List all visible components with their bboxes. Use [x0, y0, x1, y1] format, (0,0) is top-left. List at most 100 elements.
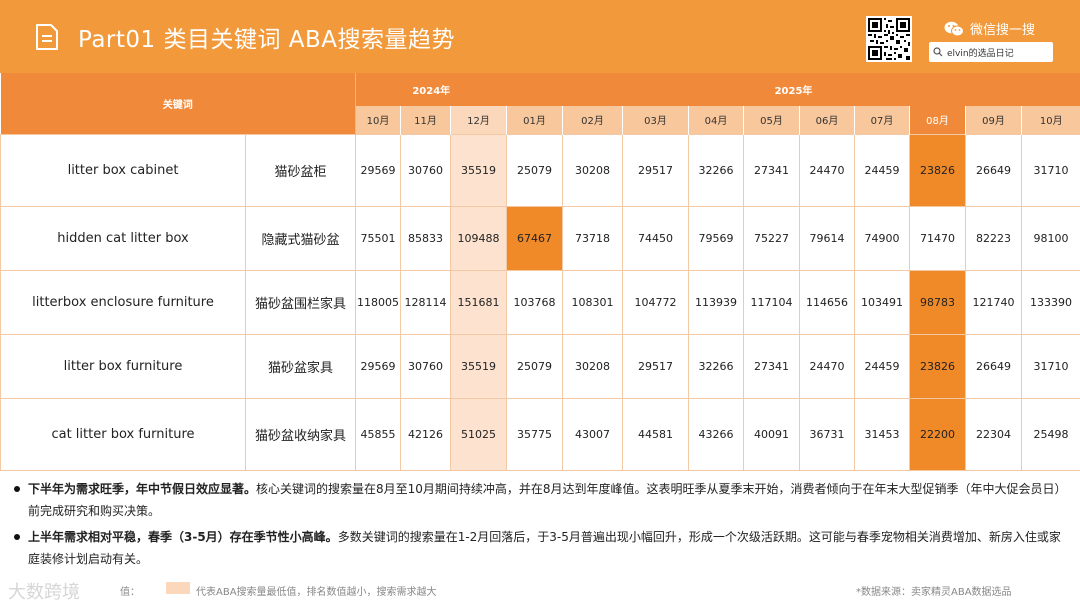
month-header: 08月 [909, 106, 966, 134]
search-volume-cell: 128114 [400, 269, 451, 335]
month-header: 12月 [450, 106, 507, 134]
search-volume-cell: 27341 [743, 133, 800, 207]
search-icon [933, 47, 943, 57]
search-volume-cell: 79569 [688, 205, 744, 271]
keyword-chinese: 隐藏式猫砂盆 [245, 205, 356, 271]
document-icon [36, 24, 58, 50]
month-header: 10月 [355, 106, 401, 134]
aba-trend-table-wrap: 关键词 2024年 2025年 10月 11月 12月 01月 02月 03月 04月 05月… [0, 73, 1080, 471]
search-volume-cell: 74450 [622, 205, 689, 271]
search-volume-cell: 108301 [562, 269, 623, 335]
keyword-chinese: 猫砂盆收纳家具 [245, 397, 356, 471]
legend-low-text: 值： [120, 587, 140, 598]
search-volume-cell: 43266 [688, 397, 744, 471]
search-volume-cell: 98100 [1020, 205, 1080, 271]
year-header-2025: 2025年 [506, 73, 1080, 106]
table-row: litter box furniture 猫砂盆家具 29569 30760 35519… [0, 333, 1080, 399]
search-volume-cell: 43007 [562, 397, 623, 471]
search-volume-cell: 30208 [562, 133, 623, 207]
search-volume-cell: 71470 [909, 205, 966, 271]
search-volume-cell: 31710 [1020, 133, 1080, 207]
table-row: litter box cabinet 猫砂盆柜 29569 30760 35519 250… [0, 133, 1080, 207]
search-volume-cell: 42126 [400, 397, 451, 471]
page-title: Part01 类目关键词 ABA搜索量趋势 [78, 27, 456, 53]
search-volume-cell: 44581 [622, 397, 689, 471]
search-volume-cell: 22304 [965, 397, 1022, 471]
search-volume-cell: 67467 [506, 205, 563, 271]
search-volume-cell: 40091 [743, 397, 800, 471]
bullet-icon [14, 486, 20, 492]
month-header: 10月 [1020, 106, 1080, 134]
search-volume-cell: 79614 [799, 205, 855, 271]
keyword-english: hidden cat litter box [0, 205, 246, 271]
bullet-icon [14, 534, 20, 540]
search-volume-cell: 27341 [743, 333, 800, 399]
search-volume-cell: 45855 [355, 397, 401, 471]
search-volume-cell: 29517 [622, 333, 689, 399]
table-row: cat litter box furniture 猫砂盆收纳家具 45855 4212… [0, 397, 1080, 471]
wechat-search-box[interactable]: elvin的选品日记 [929, 42, 1053, 62]
search-volume-cell: 22200 [909, 397, 966, 471]
search-volume-cell: 75501 [355, 205, 401, 271]
search-volume-cell: 113939 [688, 269, 744, 335]
search-volume-cell: 103768 [506, 269, 563, 335]
keyword-english: litterbox enclosure furniture [0, 269, 246, 335]
keyword-english: litter box furniture [0, 333, 246, 399]
search-volume-cell: 32266 [688, 133, 744, 207]
search-volume-cell: 82223 [965, 205, 1022, 271]
search-volume-cell: 25498 [1020, 397, 1080, 471]
search-volume-cell: 51025 [450, 397, 507, 471]
month-header: 07月 [854, 106, 910, 134]
search-volume-cell: 104772 [622, 269, 689, 335]
search-volume-cell: 118005 [355, 269, 401, 335]
search-volume-cell: 117104 [743, 269, 800, 335]
wechat-search-label-row: 微信搜一搜 [944, 19, 1035, 38]
watermark: 大数跨境 [8, 582, 80, 603]
month-header: 05月 [743, 106, 800, 134]
search-volume-cell: 35775 [506, 397, 563, 471]
search-volume-cell: 151681 [450, 269, 507, 335]
search-volume-cell: 24459 [854, 333, 910, 399]
wechat-icon [944, 21, 964, 36]
table-row: hidden cat litter box 隐藏式猫砂盆 75501 85833 109… [0, 205, 1080, 271]
legend-high-text: 代表ABA搜索量最低值，排名数值越小，搜索需求越大 [196, 587, 437, 598]
search-volume-cell: 29569 [355, 333, 401, 399]
search-text: elvin的选品日记 [947, 48, 1014, 59]
note-item: 下半年为需求旺季，年中节假日效应显著。核心关键词的搜索量在8月至10月期间持续冲… [14, 478, 1070, 522]
header-bar: Part01 类目关键词 ABA搜索量趋势 微信搜一搜 elvin的选品日记 [0, 0, 1080, 73]
month-header: 01月 [506, 106, 563, 134]
search-volume-cell: 35519 [450, 133, 507, 207]
month-header: 04月 [688, 106, 744, 134]
search-volume-cell: 25079 [506, 133, 563, 207]
search-volume-cell: 24470 [799, 333, 855, 399]
search-volume-cell: 31710 [1020, 333, 1080, 399]
month-header: 09月 [965, 106, 1022, 134]
analysis-notes: 下半年为需求旺季，年中节假日效应显著。核心关键词的搜索量在8月至10月期间持续冲… [14, 478, 1070, 574]
footer: 大数跨境 值： 代表ABA搜索量最低值，排名数值越小，搜索需求越大 *数据来源：… [0, 578, 1080, 603]
search-volume-cell: 30760 [400, 133, 451, 207]
search-volume-cell: 114656 [799, 269, 855, 335]
search-volume-cell: 23826 [909, 333, 966, 399]
search-volume-cell: 35519 [450, 333, 507, 399]
month-header: 11月 [400, 106, 451, 134]
keyword-english: cat litter box furniture [0, 397, 246, 471]
search-volume-cell: 30760 [400, 333, 451, 399]
aba-trend-table: 关键词 2024年 2025年 10月 11月 12月 01月 02月 03月 04月 05月… [0, 73, 1080, 471]
table-row: litterbox enclosure furniture 猫砂盆围栏家具 1180… [0, 269, 1080, 335]
search-volume-cell: 98783 [909, 269, 966, 335]
data-source: *数据来源：卖家精灵ABA数据选品 [856, 587, 1012, 598]
search-volume-cell: 25079 [506, 333, 563, 399]
table-body: litter box cabinet 猫砂盆柜 29569 30760 35519 250… [0, 133, 1080, 471]
search-volume-cell: 73718 [562, 205, 623, 271]
search-volume-cell: 109488 [450, 205, 507, 271]
keyword-chinese: 猫砂盆围栏家具 [245, 269, 356, 335]
search-volume-cell: 36731 [799, 397, 855, 471]
search-volume-cell: 24459 [854, 133, 910, 207]
search-volume-cell: 29517 [622, 133, 689, 207]
qr-code [866, 16, 912, 62]
search-volume-cell: 75227 [743, 205, 800, 271]
search-volume-cell: 31453 [854, 397, 910, 471]
search-volume-cell: 30208 [562, 333, 623, 399]
search-volume-cell: 103491 [854, 269, 910, 335]
search-volume-cell: 26649 [965, 133, 1022, 207]
